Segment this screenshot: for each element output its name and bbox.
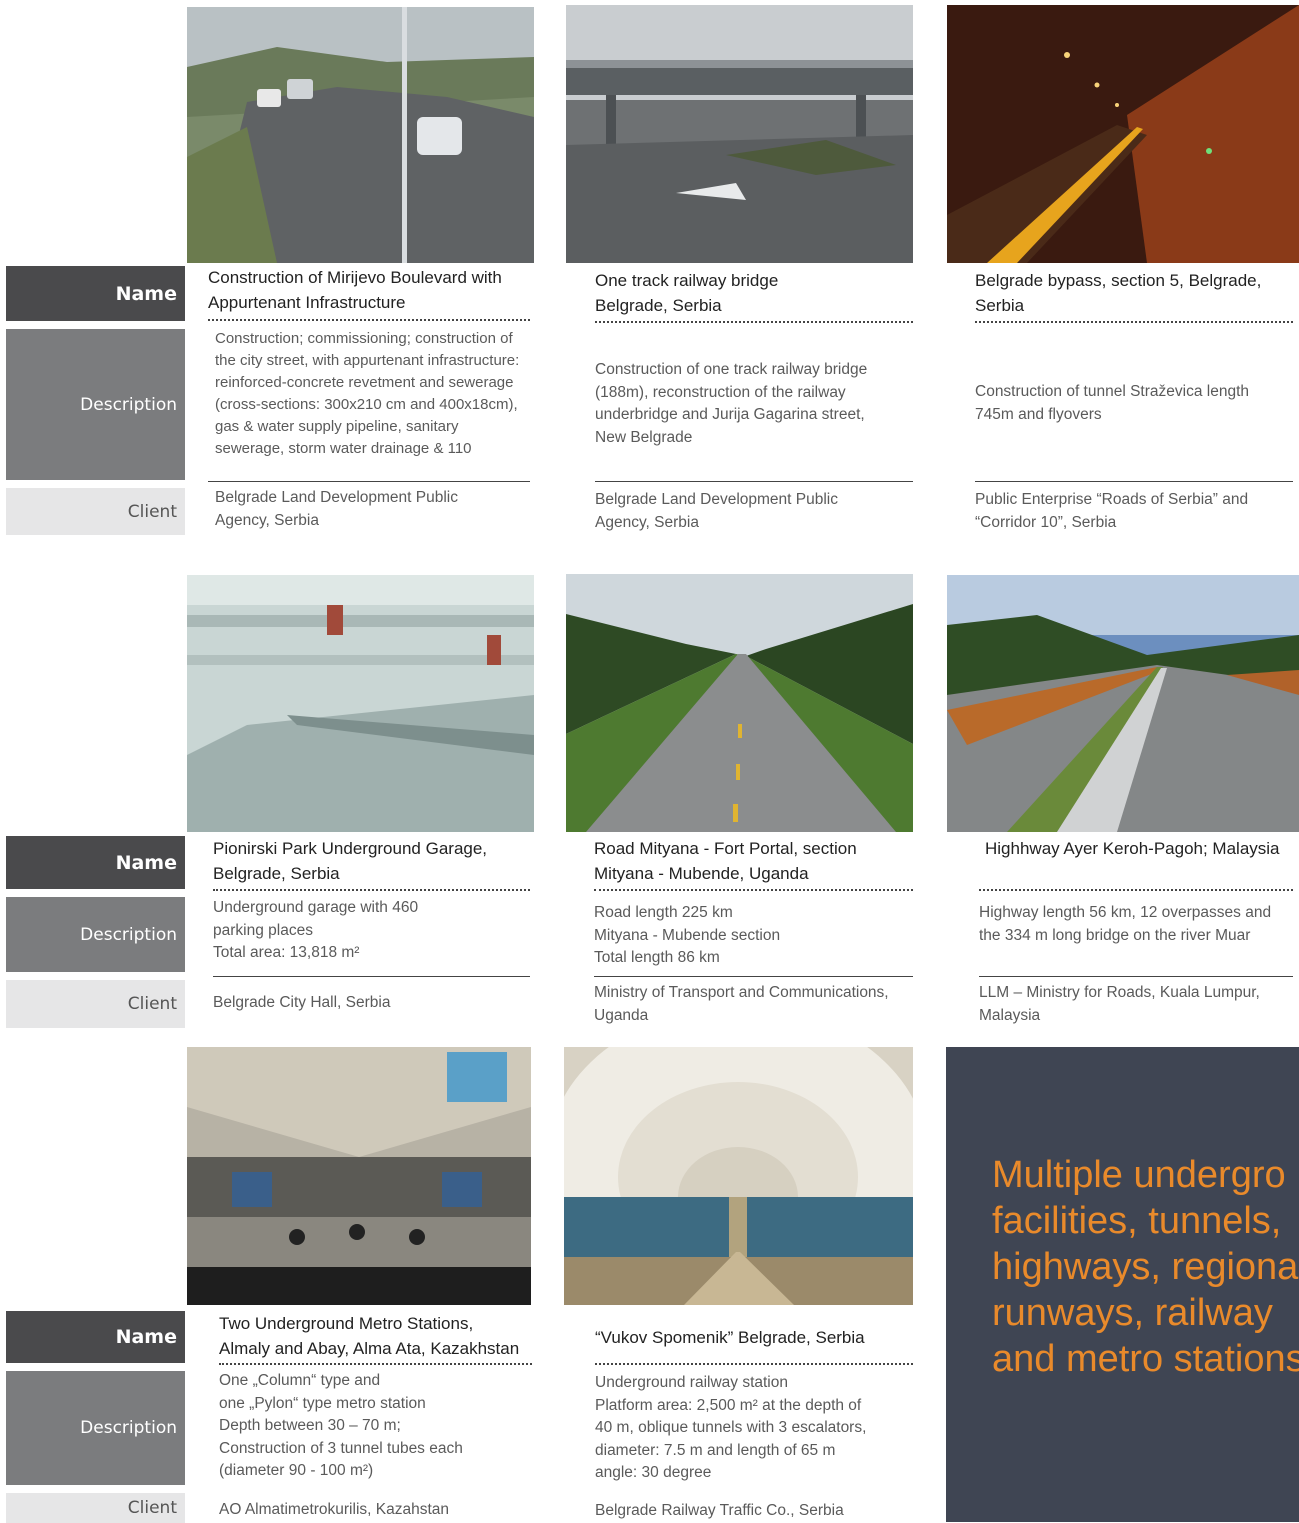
project-5-description: Road length 225 km Mityana - Mubende sec… bbox=[594, 902, 894, 970]
label-name-row3: Name bbox=[6, 1311, 185, 1363]
project-7-client: AO Almatimetrokurilis, Kazahstan bbox=[219, 1501, 450, 1518]
project-6-description: Highway length 56 km, 12 overpasses and … bbox=[979, 904, 1272, 944]
malaysia-highway-photo bbox=[947, 575, 1299, 832]
project-8-description-line: angle: 30 degree bbox=[595, 1464, 712, 1481]
project-8-name: “Vukov Spomenik” Belgrade, Serbia bbox=[595, 1328, 865, 1347]
divider bbox=[219, 1363, 532, 1365]
garage-photo bbox=[187, 575, 534, 832]
project-4-name: Pionirski Park Underground Garage, Belgr… bbox=[213, 839, 488, 883]
project-3-name: Belgrade bypass, section 5, Belgrade, Se… bbox=[975, 271, 1262, 315]
project-8-client: Belgrade Railway Traffic Co., Serbia bbox=[595, 1502, 844, 1519]
project-3-description: Construction of tunnel Straževica length… bbox=[975, 383, 1249, 423]
divider bbox=[975, 321, 1293, 323]
project-7-description: One „Column“ type and one „Pylon“ type m… bbox=[219, 1370, 519, 1483]
project-2-name: One track railway bridge Belgrade, Serbi… bbox=[595, 271, 779, 315]
almaty-metro-photo bbox=[187, 1047, 531, 1305]
project-7-name: Two Underground Metro Stations, Almaly a… bbox=[219, 1314, 520, 1358]
project-1-description: Construction; commissioning; constructio… bbox=[215, 330, 520, 457]
label-client-row3: Client bbox=[6, 1493, 185, 1523]
project-4-area: Total area: 13,818 m² bbox=[213, 944, 360, 961]
divider bbox=[595, 481, 913, 482]
project-6-name-text: Highhway Ayer Keroh-Pagoh; Malaysia bbox=[985, 839, 1280, 858]
project-7-description-line: One „Column“ type and bbox=[219, 1372, 381, 1389]
project-8-description-line: diameter: 7.5 m and length of 65 m bbox=[595, 1441, 836, 1459]
project-8-description-line: Platform area: 2,500 m² at the depth of bbox=[595, 1396, 862, 1414]
divider bbox=[208, 481, 530, 482]
project-2-description: Construction of one track railway bridge… bbox=[595, 361, 868, 446]
project-7-description-line: one „Pylon“ type metro station bbox=[219, 1394, 426, 1412]
divider bbox=[979, 976, 1293, 977]
promo-line: highways, regiona bbox=[992, 1246, 1299, 1288]
project-1-name: Construction of Mirijevo Boulevard with … bbox=[208, 268, 502, 312]
project-5-name: Road Mityana - Fort Portal, section Mity… bbox=[594, 839, 857, 883]
project-7-description-line: Depth between 30 – 70 m; bbox=[219, 1417, 401, 1434]
label-description-row2: Description bbox=[6, 897, 185, 972]
project-5-client: Ministry of Transport and Communications… bbox=[594, 984, 889, 1024]
divider bbox=[595, 321, 913, 323]
project-5-description-line: Mityana - Mubende section bbox=[594, 926, 781, 944]
project-4-description: Underground garage with 460 parking plac… bbox=[213, 897, 473, 965]
project-6-name: Highhway Ayer Keroh-Pagoh; Malaysia bbox=[979, 836, 1289, 861]
project-7-description-line: Construction of 3 tunnel tubes each bbox=[219, 1439, 463, 1457]
railway-bridge-photo bbox=[566, 5, 913, 263]
divider bbox=[213, 889, 530, 891]
label-name-row2: Name bbox=[6, 836, 185, 889]
project-8-description-line: 40 m, oblique tunnels with 3 escalators, bbox=[595, 1419, 867, 1436]
project-4-client: Belgrade City Hall, Serbia bbox=[213, 994, 391, 1011]
divider bbox=[594, 889, 913, 891]
divider bbox=[979, 889, 1293, 891]
vukov-spomenik-photo bbox=[564, 1047, 913, 1305]
promo-panel: Multiple undergro facilities, tunnels, h… bbox=[946, 1047, 1299, 1522]
project-5-description-line: Total length 86 km bbox=[594, 949, 720, 966]
promo-line: and metro stations bbox=[992, 1338, 1299, 1380]
project-8-description-line: Underground railway station bbox=[595, 1374, 788, 1391]
project-1-client: Belgrade Land Development Public Agency,… bbox=[215, 489, 458, 529]
label-description-row1: Description bbox=[6, 329, 185, 480]
project-5-description-line: Road length 225 km bbox=[594, 904, 733, 921]
promo-line: Multiple undergro bbox=[992, 1154, 1286, 1196]
project-4-description-text: Underground garage with 460 parking plac… bbox=[213, 899, 419, 939]
project-8-description: Underground railway station Platform are… bbox=[595, 1372, 910, 1485]
project-2-client: Belgrade Land Development Public Agency,… bbox=[595, 491, 838, 531]
project-6-client: LLM – Ministry for Roads, Kuala Lumpur, … bbox=[979, 984, 1260, 1024]
label-client-row2: Client bbox=[6, 980, 185, 1028]
divider bbox=[208, 319, 530, 321]
project-7-description-line: (diameter 90 - 100 m²) bbox=[219, 1462, 374, 1479]
label-description-row3: Description bbox=[6, 1371, 185, 1485]
project-6-name-line1: Highhway Ayer Keroh-Pagoh; Malaysia bbox=[979, 836, 1289, 861]
label-client-row1: Client bbox=[6, 488, 185, 535]
divider bbox=[975, 481, 1293, 482]
promo-line: runways, railway bbox=[992, 1292, 1273, 1334]
promo-text: Multiple undergro facilities, tunnels, h… bbox=[992, 1152, 1299, 1382]
project-3-client: Public Enterprise “Roads of Serbia” and … bbox=[975, 491, 1249, 531]
tunnel-photo bbox=[947, 5, 1299, 263]
divider bbox=[594, 976, 913, 977]
uganda-road-photo bbox=[566, 574, 913, 832]
label-name-row1: Name bbox=[6, 266, 185, 321]
divider bbox=[595, 1363, 913, 1365]
boulevard-photo bbox=[187, 7, 534, 263]
promo-line: facilities, tunnels, bbox=[992, 1200, 1282, 1242]
divider bbox=[213, 976, 530, 977]
